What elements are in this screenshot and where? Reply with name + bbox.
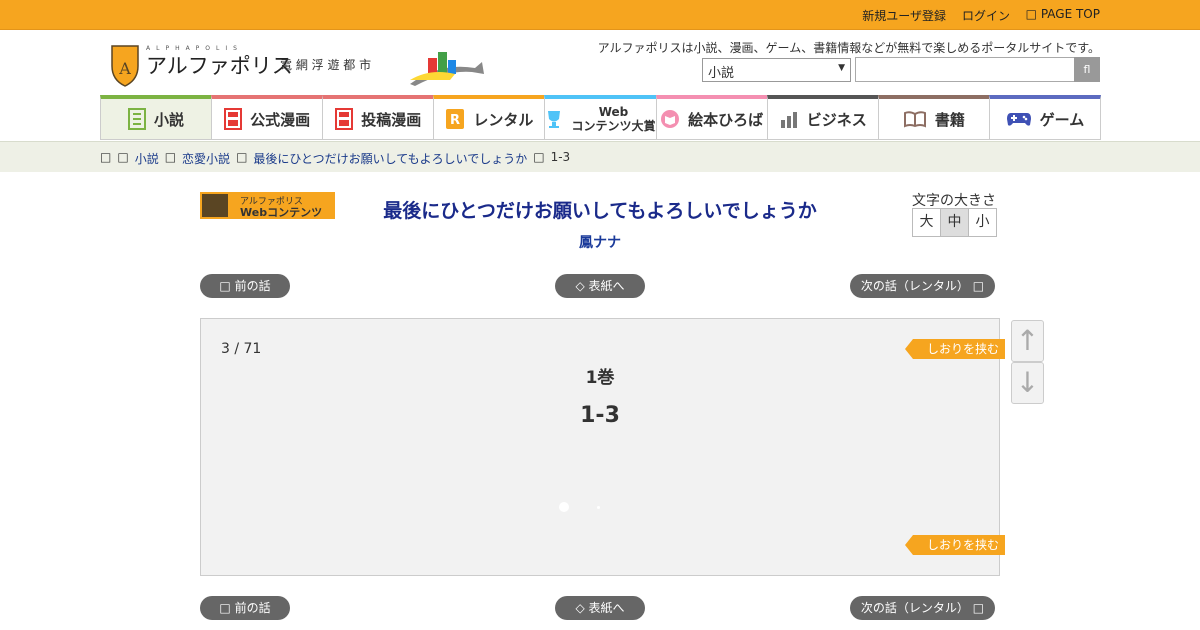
nav-posted-manga[interactable]: 投稿漫画	[322, 95, 435, 140]
episode-heading: 1-3	[580, 403, 620, 428]
nav-rental[interactable]: R レンタル	[433, 95, 546, 140]
prev-icon: □	[219, 279, 231, 293]
nav-rental-label: レンタル	[473, 110, 534, 129]
breadcrumb-genre[interactable]: 恋愛小説	[182, 150, 230, 167]
cover-button[interactable]: ◇ 表紙へ	[555, 274, 645, 298]
page-top-label: PAGE TOP	[1040, 7, 1100, 21]
prev-episode-button-bottom[interactable]: □ 前の話	[200, 596, 290, 620]
breadcrumb-separator-icon: □	[117, 150, 129, 164]
picture-book-icon	[661, 110, 680, 128]
next-episode-label: 次の話（レンタル）	[860, 279, 973, 293]
breadcrumb: □ □ 小説 □ 恋愛小説 □ 最後にひとつだけお願いしてもよろしいでしょうか …	[100, 150, 570, 167]
nav-web-label: Web	[598, 105, 629, 119]
nav-picture-book[interactable]: 絵本ひろば	[655, 95, 768, 140]
font-size-large-button[interactable]: 大	[912, 208, 941, 237]
chart-icon	[780, 112, 797, 128]
nav-web-contents-award-label: Web コンテンツ大賞	[571, 105, 655, 133]
alphapolis-emblem-icon	[202, 194, 228, 217]
svg-text:R: R	[450, 113, 460, 128]
nav-game-label: ゲーム	[1039, 110, 1085, 129]
breadcrumb-separator-icon: □	[164, 150, 177, 164]
breadcrumb-episode: 1-3	[550, 150, 571, 164]
page-count: 3 / 71	[221, 341, 262, 357]
scroll-down-arrow-icon[interactable]: ↓	[1011, 362, 1044, 404]
nav-novel-label: 小説	[154, 110, 185, 129]
category-select[interactable]: 小説 ▼	[702, 58, 851, 82]
page-dot[interactable]	[597, 505, 600, 509]
dropdown-arrow-icon: ▼	[838, 63, 845, 73]
breadcrumb-separator-icon: □	[236, 150, 248, 164]
breadcrumb-work[interactable]: 最後にひとつだけお願いしてもよろしいでしょうか	[253, 150, 527, 167]
manga-icon	[224, 108, 243, 130]
book-icon	[128, 108, 147, 130]
nav-books-label: 書籍	[934, 110, 965, 129]
next-episode-button[interactable]: 次の話（レンタル） □	[850, 274, 995, 298]
prev-episode-button[interactable]: □ 前の話	[200, 274, 290, 298]
search-input[interactable]	[855, 57, 1075, 82]
breadcrumb-bar: □ □ 小説 □ 恋愛小説 □ 最後にひとつだけお願いしてもよろしいでしょうか …	[0, 141, 1200, 172]
nav-web-contents-award[interactable]: Web コンテンツ大賞	[544, 95, 657, 140]
page-dot-active[interactable]	[559, 502, 569, 512]
author-name[interactable]: 鳳ナナ	[300, 232, 900, 252]
nav-business[interactable]: ビジネス	[766, 95, 879, 140]
portal-description: アルファポリスは小説、漫画、ゲーム、書籍情報などが無料で楽しめるポータルサイトで…	[597, 41, 1100, 55]
prev-episode-label: 前の話	[230, 279, 271, 293]
nav-picture-book-label: 絵本ひろば	[688, 110, 764, 129]
nav-books[interactable]: 書籍	[877, 95, 990, 140]
font-size-medium-button[interactable]: 中	[940, 208, 969, 237]
page-top-icon: □	[1025, 7, 1041, 21]
gamepad-icon	[1006, 113, 1031, 126]
nav-award-label: コンテンツ大賞	[571, 119, 656, 133]
site-header: A ALPHAPOLIS アルファポリス 電 網 浮 遊 都 市 アルファポリス…	[0, 30, 1200, 96]
search-button[interactable]: fl	[1074, 57, 1100, 82]
page-dots	[559, 502, 600, 512]
next-icon: □	[972, 601, 985, 615]
manga-icon	[335, 108, 354, 130]
nav-game[interactable]: ゲーム	[988, 95, 1101, 140]
category-select-value: 小説	[708, 66, 735, 81]
nav-novel[interactable]: 小説	[100, 95, 213, 140]
next-episode-label: 次の話（レンタル）	[860, 601, 973, 615]
prev-episode-label: 前の話	[230, 601, 271, 615]
nav-official-manga[interactable]: 公式漫画	[211, 95, 324, 140]
font-size-small-button[interactable]: 小	[968, 208, 997, 237]
logo-text: アルファポリス	[146, 54, 293, 78]
nav-official-manga-label: 公式漫画	[250, 110, 311, 129]
trophy-icon	[548, 111, 561, 128]
site-logo[interactable]: A ALPHAPOLIS アルファポリス 電 網 浮 遊 都 市	[110, 44, 490, 92]
volume-heading: 1巻	[585, 368, 615, 388]
breadcrumb-separator-icon: □	[533, 150, 545, 164]
font-size-group: 大 中 小	[912, 208, 997, 237]
open-book-icon	[903, 111, 926, 128]
top-links: 新規ユーザ登録 ログイン	[862, 7, 1010, 24]
logo-subtext: 電 網 浮 遊 都 市	[280, 58, 372, 72]
breadcrumb-novel[interactable]: 小説	[135, 150, 159, 167]
top-bar: 新規ユーザ登録 ログイン □ PAGE TOP	[0, 0, 1200, 30]
bookmark-button-bottom[interactable]: しおりを挟む	[904, 535, 1005, 555]
reader-panel[interactable]: 3 / 71 1巻 1-3 しおりを挟む しおりを挟む	[200, 318, 1005, 576]
nav-business-label: ビジネス	[806, 110, 867, 129]
nav-posted-manga-label: 投稿漫画	[361, 110, 422, 129]
svg-text:A: A	[118, 59, 131, 78]
next-episode-button-bottom[interactable]: 次の話（レンタル） □	[850, 596, 995, 620]
bookmark-button-top[interactable]: しおりを挟む	[904, 339, 1005, 359]
font-size-label: 文字の大きさ	[912, 193, 996, 209]
page-top-link[interactable]: □ PAGE TOP	[1026, 7, 1100, 21]
next-icon: □	[972, 279, 985, 293]
register-link[interactable]: 新規ユーザ登録	[862, 7, 946, 24]
cover-button-bottom[interactable]: ◇ 表紙へ	[555, 596, 645, 620]
home-icon[interactable]: □	[100, 150, 111, 167]
scroll-up-arrow-icon[interactable]: ↑	[1011, 320, 1044, 362]
rental-icon: R	[446, 109, 465, 129]
login-link[interactable]: ログイン	[962, 7, 1010, 24]
prev-icon: □	[219, 601, 231, 615]
work-title[interactable]: 最後にひとつだけお願いしてもよろしいでしょうか	[300, 196, 900, 223]
main-nav: 小説 公式漫画 投稿漫画 R レンタル Web コンテンツ大賞 絵本ひろば ビジネ…	[100, 95, 1101, 140]
